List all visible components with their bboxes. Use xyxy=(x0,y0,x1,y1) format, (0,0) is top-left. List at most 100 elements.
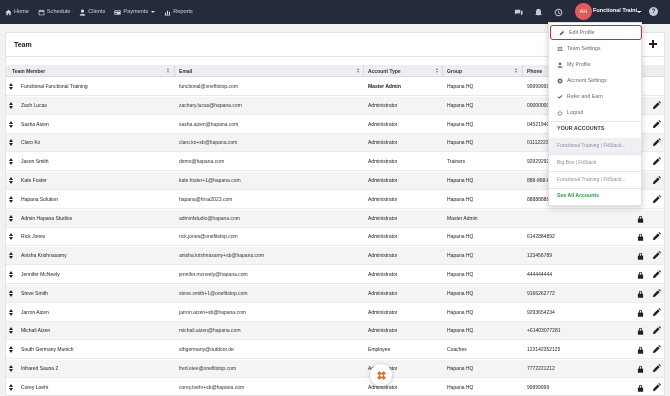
member-account-type: Administrator xyxy=(368,140,398,147)
lock-icon xyxy=(637,290,644,298)
table-row[interactable]: Jarron Aizen jarron.aizen+sb@hapana.com Ad… xyxy=(6,304,664,322)
table-row[interactable]: Jennifer McNeely jennifer.mcneely@hapana.… xyxy=(6,266,664,284)
edit-icon[interactable] xyxy=(652,176,661,185)
edit-icon[interactable] xyxy=(652,251,661,260)
sort-icon[interactable] xyxy=(357,68,360,74)
member-phone: 444444444 xyxy=(527,272,553,278)
edit-icon[interactable] xyxy=(652,345,661,354)
sort-icon[interactable] xyxy=(515,68,518,74)
nav-payments[interactable]: Payments xyxy=(114,9,156,16)
nav-home[interactable]: Home xyxy=(5,9,29,16)
sort-icon[interactable] xyxy=(436,68,439,74)
member-phone: 6142884892 xyxy=(527,234,555,241)
table-row[interactable]: Infrared Sauna 2 fred.eiee@onefitstop.com… xyxy=(6,360,664,378)
sort-handle-icon[interactable] xyxy=(9,177,13,184)
table-row[interactable]: Steve Smith steve.smith+1@onefitstop.com A… xyxy=(6,284,664,303)
sort-handle-icon[interactable] xyxy=(9,383,13,391)
member-group: Hapana HQ xyxy=(447,328,474,335)
chat-icon[interactable] xyxy=(514,8,523,17)
refer-and-earn-item[interactable]: Refer and Earn xyxy=(549,89,641,104)
sort-handle-icon[interactable] xyxy=(9,327,13,335)
avatar[interactable]: AH xyxy=(575,3,592,20)
edit-icon[interactable] xyxy=(652,364,661,373)
edit-icon[interactable] xyxy=(652,326,661,335)
support-widget-button[interactable] xyxy=(370,364,392,386)
col-team-member[interactable]: Team Member xyxy=(12,69,45,75)
account-item[interactable]: Big Box | FitStack xyxy=(549,155,641,171)
sort-handle-icon[interactable] xyxy=(9,289,13,297)
sort-icon[interactable] xyxy=(167,68,170,74)
member-name: Rick Jones xyxy=(21,234,46,241)
member-account-type: Administrator xyxy=(368,272,398,278)
bell-icon[interactable] xyxy=(534,8,543,17)
member-account-type: Employee xyxy=(368,347,391,354)
table-row[interactable]: South Germany Munich sthgermany@outdoor.d… xyxy=(6,341,664,360)
account-item[interactable]: Functional Training | FitStack... xyxy=(549,172,641,188)
check-icon xyxy=(557,94,563,99)
table-row[interactable]: Admin Hapana Studios adminfstudio@hapana.… xyxy=(6,209,664,228)
member-email: sthgermany@outdoor.de xyxy=(179,347,234,354)
edit-icon[interactable] xyxy=(652,100,661,110)
chevron-down-icon[interactable] xyxy=(637,11,641,13)
sort-handle-icon[interactable] xyxy=(9,120,13,128)
table-row[interactable]: Michali Aizen michali.aizen@hapana.com Adm… xyxy=(6,322,664,341)
col-group[interactable]: Group xyxy=(447,69,462,75)
col-account-type[interactable]: Account Type xyxy=(368,69,401,75)
edit-icon[interactable] xyxy=(652,232,661,241)
team-settings-item[interactable]: Team Settings xyxy=(549,41,641,56)
sort-handle-icon[interactable] xyxy=(9,83,13,90)
member-account-type: Administrator xyxy=(368,234,398,241)
calendar-icon xyxy=(38,9,45,15)
member-account-type: Master Admin xyxy=(368,84,401,90)
sort-handle-icon[interactable] xyxy=(9,346,13,354)
sort-handle-icon[interactable] xyxy=(9,252,13,260)
sort-handle-icon[interactable] xyxy=(9,365,13,372)
col-phone[interactable]: Phone xyxy=(527,69,542,75)
sort-handle-icon[interactable] xyxy=(9,158,13,166)
edit-icon[interactable] xyxy=(652,194,661,204)
member-email: demo@hapana.com xyxy=(179,159,225,166)
col-email[interactable]: Email xyxy=(179,69,192,75)
edit-icon[interactable] xyxy=(652,138,661,147)
sort-handle-icon[interactable] xyxy=(9,195,13,203)
refer-and-earn-label: Refer and Earn xyxy=(567,93,603,100)
logout-item[interactable]: Logout xyxy=(549,105,641,120)
edit-profile-item[interactable]: Edit Profile xyxy=(550,25,642,40)
edit-icon[interactable] xyxy=(652,270,661,279)
edit-icon[interactable] xyxy=(652,288,661,298)
see-all-accounts-link[interactable]: See All Accounts xyxy=(557,193,599,199)
column-divider xyxy=(442,65,443,77)
nav-reports[interactable]: Reports xyxy=(164,9,193,16)
add-member-button[interactable] xyxy=(649,40,657,48)
member-name: Sasha Aizen xyxy=(21,121,49,128)
sort-handle-icon[interactable] xyxy=(9,308,13,316)
member-group: Hapana HQ xyxy=(447,234,474,241)
account-switcher[interactable]: Functional Traini... xyxy=(593,8,642,14)
edit-icon[interactable] xyxy=(652,307,661,317)
member-account-type: Administrator xyxy=(368,309,398,316)
edit-icon[interactable] xyxy=(652,157,661,166)
table-row[interactable]: Rick Jones rick.jones@onefitstop.com Admin… xyxy=(6,228,664,247)
sort-handle-icon[interactable] xyxy=(9,214,13,222)
member-phone: 99999999 xyxy=(527,384,550,391)
sort-handle-icon[interactable] xyxy=(9,139,13,147)
edit-icon[interactable] xyxy=(652,119,661,129)
home-icon xyxy=(5,9,12,15)
sort-handle-icon[interactable] xyxy=(9,233,13,241)
nav-clients[interactable]: Clients xyxy=(79,9,105,16)
nav-schedule[interactable]: Schedule xyxy=(38,9,70,16)
member-name: Functional Functional Training xyxy=(21,84,88,90)
account-item-current[interactable]: Functional Training | FitStack... xyxy=(549,138,641,154)
table-row[interactable]: Corey Loehr corey.loehr+sb@hapana.com Admi… xyxy=(6,379,664,396)
edit-icon[interactable] xyxy=(652,382,661,392)
my-profile-label: My Profile xyxy=(567,61,591,68)
clock-icon[interactable] xyxy=(554,8,563,17)
table-row[interactable]: Anisha Krishnasamy anisha.krishnasamy+sb@… xyxy=(6,247,664,266)
person-icon xyxy=(79,9,86,16)
my-profile-item[interactable]: My Profile xyxy=(549,57,641,72)
sort-handle-icon[interactable] xyxy=(9,101,13,109)
sort-handle-icon[interactable] xyxy=(9,271,13,278)
account-settings-item[interactable]: Account Settings xyxy=(549,73,641,88)
help-icon[interactable]: ? xyxy=(649,7,658,16)
member-account-type: Administrator xyxy=(368,328,398,335)
